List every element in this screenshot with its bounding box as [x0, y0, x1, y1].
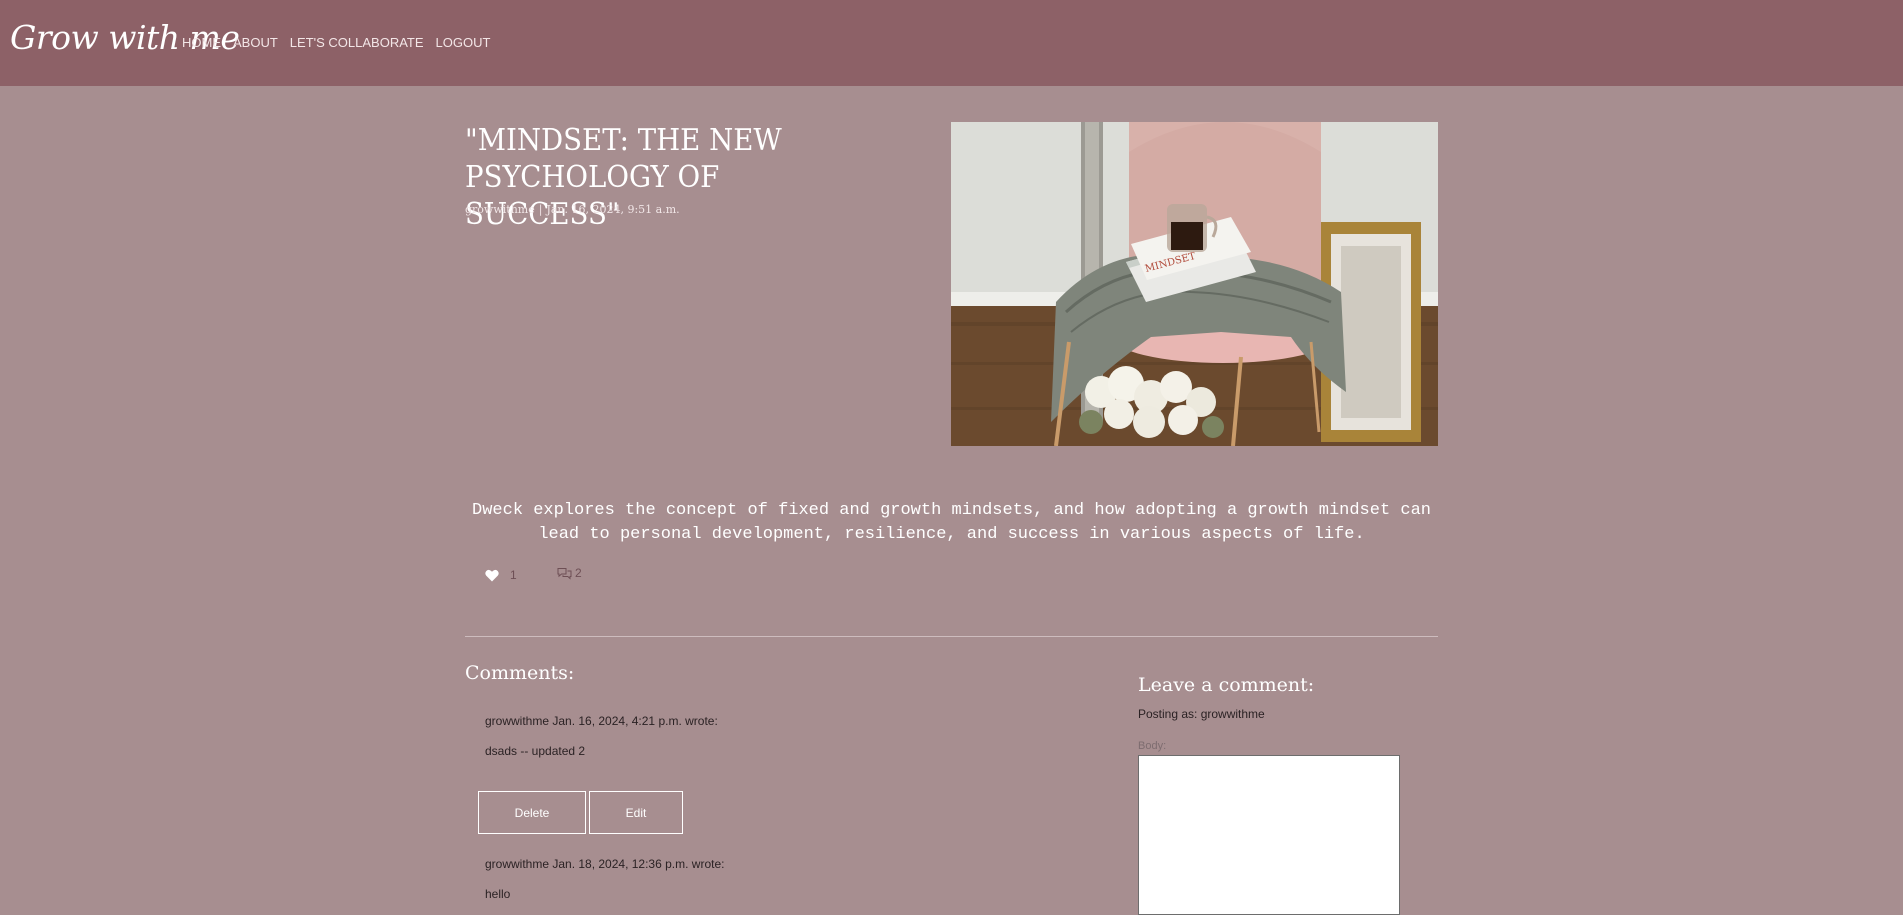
post-featured-image: MINDSET [951, 122, 1438, 446]
leave-comment-heading: Leave a comment: [1138, 674, 1315, 696]
comment-author-line: growwithme Jan. 18, 2024, 12:36 p.m. wro… [485, 857, 725, 871]
comment-body: hello [485, 887, 511, 901]
like-section: 1 [485, 568, 517, 582]
post-author: growwithme [465, 203, 535, 216]
comment-body-textarea[interactable] [1138, 755, 1400, 915]
post-title: "MINDSET: THE NEW PSYCHOLOGY OF SUCCESS" [465, 123, 782, 232]
comment-count-section: 2 [557, 566, 582, 580]
delete-comment-button[interactable]: Delete [478, 791, 586, 834]
post-date: Jan. 16, 2024, 9:51 a.m. [546, 203, 680, 216]
like-count: 1 [510, 568, 517, 582]
nav-link-home[interactable]: HOME [182, 35, 221, 50]
content-divider [465, 636, 1438, 637]
comments-icon [557, 567, 572, 580]
chair-with-books-and-coffee-photo: MINDSET [951, 122, 1438, 446]
navbar: Grow with me HOME ABOUT LET'S COLLABORAT… [0, 0, 1903, 86]
comment-count: 2 [575, 566, 582, 580]
nav-links: HOME ABOUT LET'S COLLABORATE LOGOUT [182, 35, 490, 50]
nav-link-about[interactable]: ABOUT [233, 35, 278, 50]
meta-separator: | [538, 203, 543, 216]
edit-comment-button[interactable]: Edit [589, 791, 683, 834]
comment-author-line: growwithme Jan. 16, 2024, 4:21 p.m. wrot… [485, 714, 718, 728]
posting-as-label: Posting as: growwithme [1138, 707, 1265, 721]
post-excerpt: Dweck explores the concept of fixed and … [472, 501, 1431, 544]
comments-heading: Comments: [465, 662, 575, 684]
post-meta: growwithme | Jan. 16, 2024, 9:51 a.m. [465, 203, 680, 216]
comment-body: dsads -- updated 2 [485, 744, 586, 758]
heart-icon[interactable] [485, 569, 499, 582]
body-field-label: Body: [1138, 740, 1167, 752]
nav-link-collaborate[interactable]: LET'S COLLABORATE [290, 35, 424, 50]
nav-link-logout[interactable]: LOGOUT [436, 35, 491, 50]
